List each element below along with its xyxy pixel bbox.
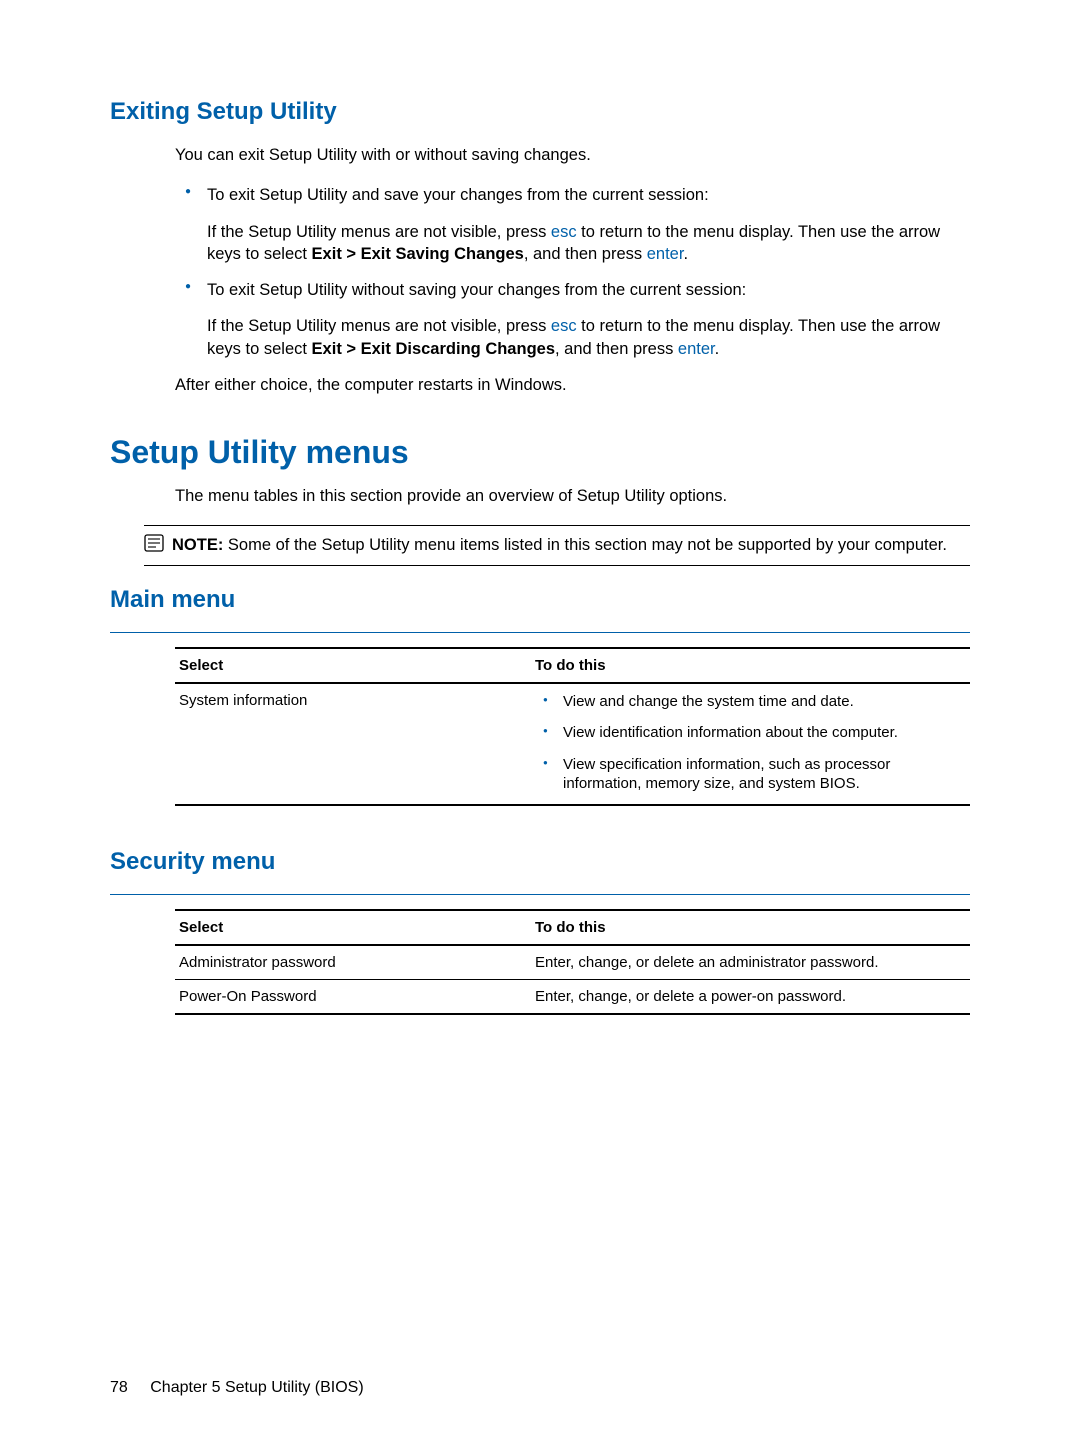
page-footer: 78 Chapter 5 Setup Utility (BIOS) xyxy=(110,1379,364,1397)
table-cell-select: System information xyxy=(175,692,535,796)
heading-exiting-setup-utility: Exiting Setup Utility xyxy=(110,98,970,126)
heading-main-menu: Main menu xyxy=(110,586,970,614)
table-cell-select: Power-On Password xyxy=(175,988,535,1005)
table-row: System information View and change the s… xyxy=(175,684,970,806)
table-header-row: Select To do this xyxy=(175,909,970,946)
key-esc: esc xyxy=(551,317,577,335)
table-cell-select: Administrator password xyxy=(175,954,535,971)
text-fragment: If the Setup Utility menus are not visib… xyxy=(207,317,551,335)
table-header-action: To do this xyxy=(535,657,970,674)
list-item: View identification information about th… xyxy=(535,723,970,743)
exit-bullet-2-lead: To exit Setup Utility without saving you… xyxy=(207,279,970,301)
table-header-select: Select xyxy=(175,919,535,936)
exit-bullet-1-lead: To exit Setup Utility and save your chan… xyxy=(207,184,970,206)
table-header-row: Select To do this xyxy=(175,647,970,684)
text-fragment: , and then press xyxy=(524,245,647,263)
menu-path-exit-saving: Exit > Exit Saving Changes xyxy=(312,245,524,263)
table-row: Power-On Password Enter, change, or dele… xyxy=(175,980,970,1015)
text-fragment: . xyxy=(683,245,688,263)
table-header-select: Select xyxy=(175,657,535,674)
main-menu-table: Select To do this System information Vie… xyxy=(175,647,970,806)
heading-rule xyxy=(110,632,970,633)
table-row: Administrator password Enter, change, or… xyxy=(175,946,970,980)
document-page: Exiting Setup Utility You can exit Setup… xyxy=(0,0,1080,1437)
page-number: 78 xyxy=(110,1379,128,1396)
list-item: View and change the system time and date… xyxy=(535,692,970,712)
text-fragment: , and then press xyxy=(555,340,678,358)
chapter-label: Chapter 5 Setup Utility (BIOS) xyxy=(150,1379,363,1396)
table-cell-action: Enter, change, or delete a power-on pass… xyxy=(535,988,970,1005)
note-block: NOTE: Some of the Setup Utility menu ite… xyxy=(144,525,970,565)
note-label: NOTE: xyxy=(172,536,223,554)
key-esc: esc xyxy=(551,223,577,241)
heading-security-menu: Security menu xyxy=(110,848,970,876)
table-cell-action: Enter, change, or delete an administrato… xyxy=(535,954,970,971)
note-body: Some of the Setup Utility menu items lis… xyxy=(223,536,947,554)
key-enter: enter xyxy=(647,245,684,263)
menu-path-exit-discarding: Exit > Exit Discarding Changes xyxy=(312,340,555,358)
key-enter: enter xyxy=(678,340,715,358)
note-icon xyxy=(144,534,164,552)
list-item: View specification information, such as … xyxy=(535,755,970,794)
text-fragment: If the Setup Utility menus are not visib… xyxy=(207,223,551,241)
exit-bullet-2-body: If the Setup Utility menus are not visib… xyxy=(207,315,970,360)
menus-intro-text: The menu tables in this section provide … xyxy=(175,485,970,507)
security-menu-table: Select To do this Administrator password… xyxy=(175,909,970,1015)
exit-intro-text: You can exit Setup Utility with or witho… xyxy=(175,144,970,166)
exit-bullet-1: To exit Setup Utility and save your chan… xyxy=(175,184,970,265)
text-fragment: . xyxy=(715,340,720,358)
heading-rule xyxy=(110,894,970,895)
exit-bullet-1-body: If the Setup Utility menus are not visib… xyxy=(207,221,970,266)
exit-after-text: After either choice, the computer restar… xyxy=(175,374,970,396)
table-header-action: To do this xyxy=(535,919,970,936)
note-text: NOTE: Some of the Setup Utility menu ite… xyxy=(172,536,947,554)
exit-bullet-list: To exit Setup Utility and save your chan… xyxy=(175,184,970,360)
table-cell-action: View and change the system time and date… xyxy=(535,692,970,796)
heading-setup-utility-menus: Setup Utility menus xyxy=(110,434,970,471)
exit-bullet-2: To exit Setup Utility without saving you… xyxy=(175,279,970,360)
action-sublist: View and change the system time and date… xyxy=(535,692,970,794)
